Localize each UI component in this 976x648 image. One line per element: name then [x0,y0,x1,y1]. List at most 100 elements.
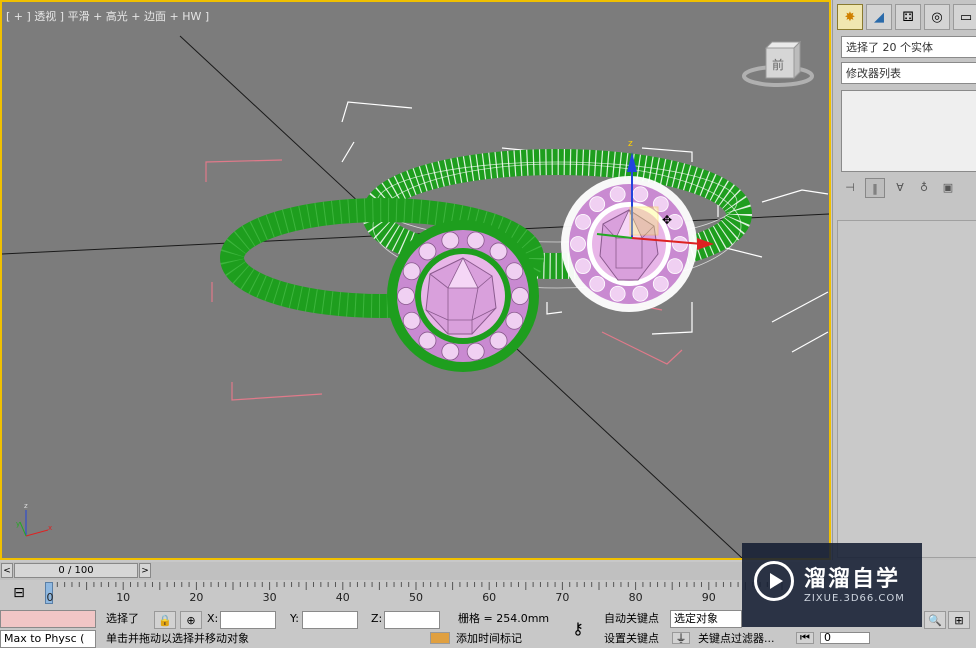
command-panel: ✸ ◢ ⚃ ◎ ▭ 选择了 20 个实体 修改器列表 ⊣ ‖ ∀ ♁ ▣ [832,0,976,560]
side-stone [589,196,606,213]
side-stone [570,236,586,252]
absolute-mode-icon[interactable]: ⊕ [180,611,202,629]
svg-text:z: z [628,139,633,149]
selection-count-label: 选择了 [106,612,139,625]
grid-size-label: 栅格 = 254.0mm [458,612,550,625]
side-stone [575,213,591,230]
display-icon: ▭ [959,9,973,25]
show-end-result-icon[interactable]: ‖ [865,178,885,198]
side-stone [667,258,683,275]
back-bezel[interactable] [561,176,697,312]
side-stone [489,242,508,261]
side-stone [632,186,649,203]
side-stone [652,275,669,292]
viewport-scene: z ✥ 前 z x y [2,35,829,558]
add-time-tag-button[interactable]: 添加时间标记 [456,630,522,648]
create-tab[interactable]: ✸ [837,4,863,30]
svg-text:z: z [24,502,28,510]
side-stone [397,287,415,305]
remove-modifier-icon[interactable]: ♁ [915,178,933,196]
modifier-list-dropdown[interactable]: 修改器列表 [841,62,976,84]
current-frame-field[interactable]: 0 [820,632,870,644]
svg-text:x: x [48,524,52,532]
time-slider[interactable]: < 0 / 100 > [0,562,831,580]
side-stone [589,275,606,292]
side-stone [489,331,508,350]
modifier-stack[interactable] [841,90,976,172]
watermark: 溜溜自学 ZIXUE.3D66.COM [742,543,922,627]
auto-key-button[interactable]: 自动关键点 [604,610,659,628]
trackbar-tick-label: 90 [701,591,716,604]
x-label: X: [207,612,219,625]
trackbar-tick-label: 40 [335,591,350,604]
time-slider-thumb[interactable]: 0 / 100 [14,563,138,578]
stack-toolbar: ⊣ ‖ ∀ ♁ ▣ [841,178,957,198]
set-key-icon[interactable]: ⚷ [564,616,592,640]
z-label: Z: [371,612,383,625]
motion-tab[interactable]: ◎ [924,4,950,30]
lock-selection-icon[interactable]: 🔒 [154,611,176,629]
hierarchy-tab[interactable]: ⚃ [895,4,921,30]
side-stone [418,331,437,350]
prompt-line: 单击并拖动以选择并移动对象 [106,632,249,645]
side-stone [466,231,485,250]
side-stone [672,236,688,252]
play-logo-icon [754,561,794,601]
view-cube-face-label: 前 [772,57,784,72]
modify-icon: ◢ [874,9,884,25]
front-bezel[interactable] [387,220,539,372]
side-stone [609,186,626,203]
time-tag-icon[interactable] [430,632,450,644]
trackbar-tick-label: 10 [116,591,131,604]
side-stone [402,311,421,330]
watermark-title: 溜溜自学 [804,567,901,592]
axis-tripod: z x y [16,502,52,537]
side-stone [575,258,591,275]
display-tab[interactable]: ▭ [953,4,976,30]
selection-name-field[interactable]: 选择了 20 个实体 [841,36,976,58]
command-panel-tabs: ✸ ◢ ⚃ ◎ ▭ [837,4,976,32]
side-stone [632,285,649,302]
time-prev-button[interactable]: < [1,563,13,578]
z-coordinate-field[interactable] [384,611,440,629]
zoom-icon[interactable]: 🔍 [924,611,946,629]
key-filters-button[interactable]: 关键点过滤器... [698,630,775,648]
set-key-button[interactable]: 设置关键点 [604,630,659,648]
watermark-subtitle: ZIXUE.3D66.COM [804,593,905,604]
trackbar-tick-label: 20 [189,591,204,604]
side-stone [466,342,485,361]
configure-sets-icon[interactable]: ▣ [939,178,957,196]
script-listener-field[interactable]: Max to Physc ( [0,630,96,648]
hierarchy-icon: ⚃ [902,9,914,25]
parameters-rollout [837,220,976,558]
side-stone [505,311,524,330]
side-stone [441,231,460,250]
side-stone [418,242,437,261]
time-next-button[interactable]: > [139,563,151,578]
go-to-start-icon[interactable]: ⏮ [796,631,814,644]
make-unique-icon[interactable]: ∀ [891,178,909,196]
pin-stack-icon[interactable]: ⊣ [841,178,859,196]
script-listener-top[interactable] [0,610,96,628]
side-stone [402,262,421,281]
modify-tab[interactable]: ◢ [866,4,892,30]
trackbar-tick-label: 70 [555,591,570,604]
y-coordinate-field[interactable] [302,611,358,629]
x-coordinate-field[interactable] [220,611,276,629]
selected-object-dropdown[interactable]: 选定对象 [670,610,742,628]
view-cube[interactable]: 前 [742,40,814,87]
perspective-viewport[interactable]: [ + ] 透视 ] 平滑 + 高光 + 边面 + HW ] z ✥ 前 z x… [0,0,831,560]
motion-icon: ◎ [931,9,943,25]
side-stone [505,262,524,281]
trackbar-tick-label: 0 [46,591,54,604]
y-label: Y: [290,612,299,625]
key-filter-icon[interactable]: ⏚ [672,632,690,645]
side-stone [511,287,529,305]
trackbar-tick-label: 50 [409,591,423,604]
side-stone [609,285,626,302]
zoom-all-icon[interactable]: ⊞ [948,611,970,629]
trackbar-tick-label: 30 [262,591,277,604]
svg-text:✥: ✥ [662,213,672,227]
trackbar-tick-label: 80 [628,591,643,604]
create-icon: ✸ [844,9,856,25]
